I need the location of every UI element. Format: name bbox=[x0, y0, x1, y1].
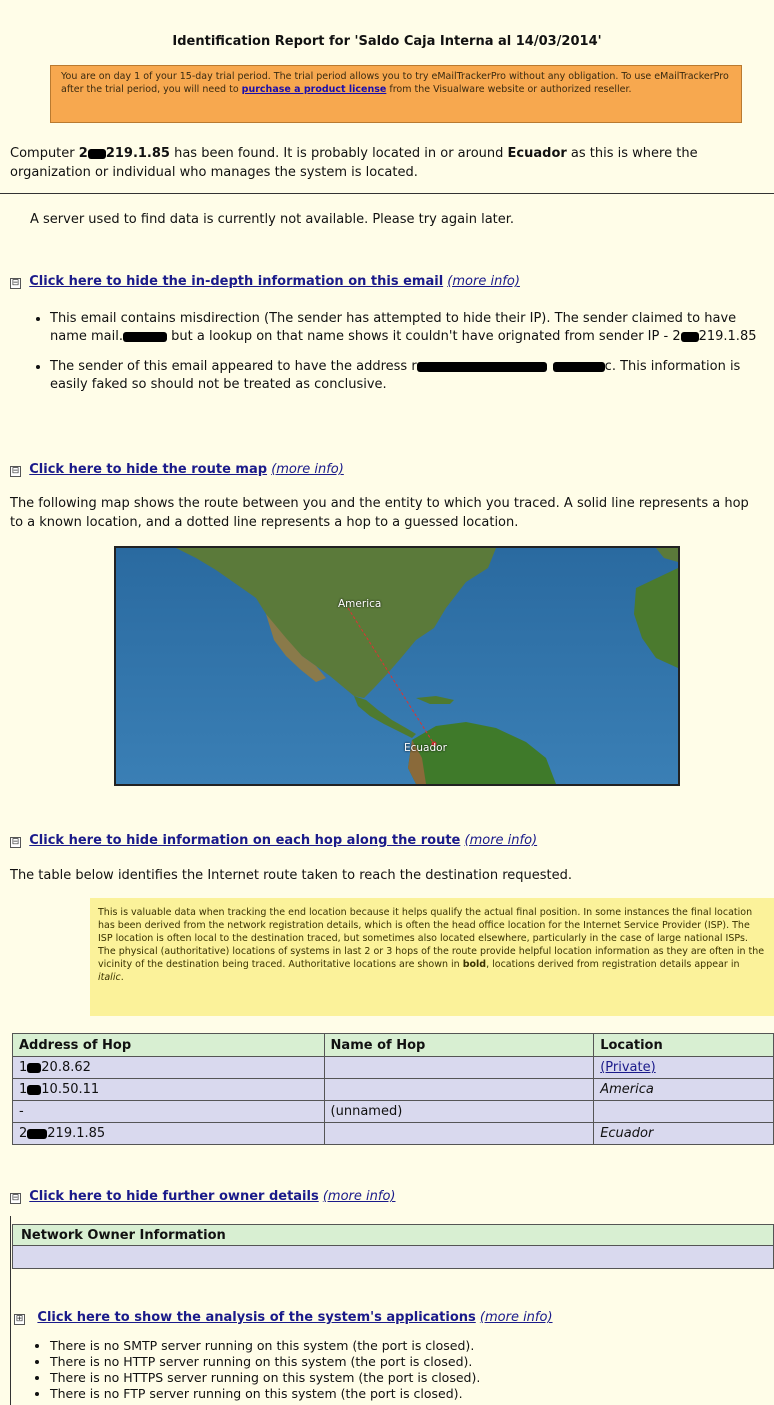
redaction bbox=[416, 361, 547, 372]
hops-table: Address of Hop Name of Hop Location 1 20.… bbox=[12, 1033, 774, 1145]
collapse-icon[interactable]: ⊟ bbox=[10, 837, 21, 848]
column-header: Name of Hop bbox=[323, 1033, 595, 1057]
hop-location: America bbox=[593, 1078, 774, 1101]
purchase-license-link[interactable]: purchase a product license bbox=[242, 84, 387, 95]
redaction bbox=[27, 1062, 42, 1073]
hop-address: 2 219.1.85 bbox=[12, 1122, 325, 1145]
hop-name bbox=[323, 1122, 595, 1145]
found-ip: 2 219.1.85 bbox=[78, 146, 170, 161]
redaction bbox=[87, 148, 106, 159]
owner-table-header: Network Owner Information bbox=[12, 1224, 774, 1246]
divider bbox=[10, 1216, 11, 1405]
list-item: There is no HTTPS server running on this… bbox=[50, 1370, 750, 1386]
table-row: 1 10.50.11 America bbox=[12, 1078, 774, 1101]
more-info-link[interactable]: (more info) bbox=[480, 1310, 553, 1325]
collapse-icon[interactable]: ⊟ bbox=[10, 466, 21, 477]
list-item: The sender of this email appeared to hav… bbox=[50, 358, 770, 394]
hop-address: - bbox=[12, 1100, 325, 1123]
show-applications-link[interactable]: Click here to show the analysis of the s… bbox=[37, 1310, 475, 1325]
column-header: Location bbox=[593, 1033, 774, 1057]
redaction bbox=[27, 1084, 42, 1095]
collapse-icon[interactable]: ⊟ bbox=[10, 278, 21, 289]
email-section-header: ⊟ Click here to hide the in-depth inform… bbox=[10, 274, 750, 289]
applications-section-header: ⊞ Click here to show the analysis of the… bbox=[14, 1310, 754, 1325]
hops-note: This is valuable data when tracking the … bbox=[90, 898, 774, 1016]
route-map-description: The following map shows the route betwee… bbox=[10, 496, 749, 530]
hop-location: Ecuador bbox=[593, 1122, 774, 1145]
map-label-ecuador: Ecuador bbox=[404, 742, 447, 754]
more-info-link[interactable]: (more info) bbox=[271, 462, 344, 477]
found-paragraph: Computer 2 219.1.85 has been found. It is… bbox=[10, 146, 698, 180]
column-header: Address of Hop bbox=[12, 1033, 325, 1057]
route-map: America Ecuador bbox=[114, 546, 680, 786]
redaction bbox=[27, 1128, 48, 1139]
hop-name: (unnamed) bbox=[323, 1100, 595, 1123]
hop-address: 1 20.8.62 bbox=[12, 1056, 325, 1079]
hop-location bbox=[593, 1100, 774, 1123]
applications-list: There is no SMTP server running on this … bbox=[30, 1338, 750, 1402]
hop-address: 1 10.50.11 bbox=[12, 1078, 325, 1101]
expand-icon[interactable]: ⊞ bbox=[14, 1314, 25, 1325]
table-row: 2 219.1.85 Ecuador bbox=[12, 1122, 774, 1145]
trial-text-2: from the Visualware website or authorize… bbox=[386, 84, 632, 95]
route-map-section-header: ⊟ Click here to hide the route map (more… bbox=[10, 462, 750, 477]
hop-name bbox=[323, 1056, 595, 1079]
more-info-link[interactable]: (more info) bbox=[323, 1189, 396, 1204]
found-country: Ecuador bbox=[507, 146, 567, 161]
redaction bbox=[680, 331, 699, 342]
server-notice: A server used to find data is currently … bbox=[30, 212, 515, 227]
list-item: There is no FTP server running on this s… bbox=[50, 1386, 750, 1402]
list-item: This email contains misdirection (The se… bbox=[50, 310, 770, 346]
hide-email-info-link[interactable]: Click here to hide the in-depth informat… bbox=[29, 274, 443, 289]
hops-section-header: ⊟ Click here to hide information on each… bbox=[10, 833, 750, 848]
divider bbox=[0, 193, 774, 194]
table-row: 1 20.8.62 (Private) bbox=[12, 1056, 774, 1079]
hops-description: The table below identifies the Internet … bbox=[10, 868, 573, 883]
email-bullets: This email contains misdirection (The se… bbox=[20, 310, 770, 406]
collapse-icon[interactable]: ⊟ bbox=[10, 1193, 21, 1204]
trial-notice: You are on day 1 of your 15-day trial pe… bbox=[50, 65, 742, 123]
list-item: There is no HTTP server running on this … bbox=[50, 1354, 750, 1370]
redaction bbox=[552, 361, 605, 372]
more-info-link[interactable]: (more info) bbox=[447, 274, 520, 289]
hide-hops-link[interactable]: Click here to hide information on each h… bbox=[29, 833, 460, 848]
more-info-link[interactable]: (more info) bbox=[465, 833, 538, 848]
owner-table-body bbox=[12, 1246, 774, 1269]
owner-section-header: ⊟ Click here to hide further owner detai… bbox=[10, 1189, 750, 1204]
hide-route-map-link[interactable]: Click here to hide the route map bbox=[29, 462, 267, 477]
private-location-link[interactable]: (Private) bbox=[600, 1060, 655, 1075]
redaction bbox=[123, 331, 167, 342]
hop-name bbox=[323, 1078, 595, 1101]
hop-location: (Private) bbox=[593, 1056, 774, 1079]
hide-owner-link[interactable]: Click here to hide further owner details bbox=[29, 1189, 318, 1204]
map-label-america: America bbox=[338, 598, 382, 610]
world-map-image bbox=[116, 548, 678, 784]
report-title: Identification Report for 'Saldo Caja In… bbox=[172, 34, 602, 49]
table-header-row: Address of Hop Name of Hop Location bbox=[12, 1033, 774, 1057]
list-item: There is no SMTP server running on this … bbox=[50, 1338, 750, 1354]
table-row: - (unnamed) bbox=[12, 1100, 774, 1123]
